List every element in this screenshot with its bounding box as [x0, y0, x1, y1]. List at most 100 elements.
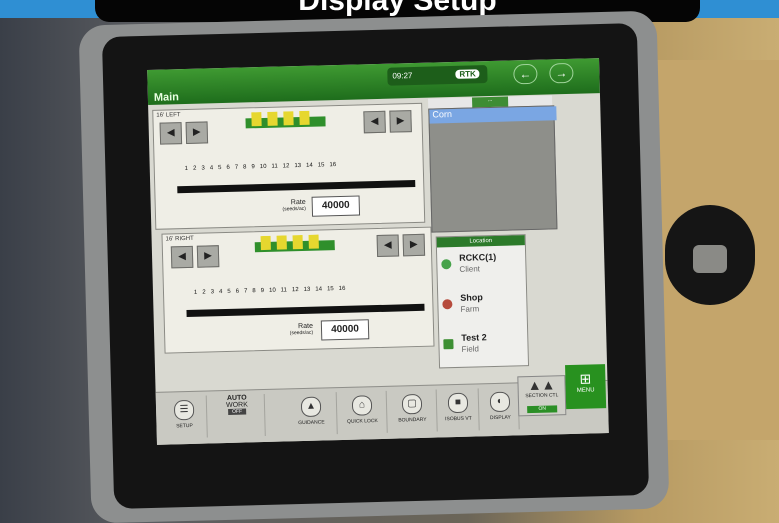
crop-label: Corn — [429, 106, 557, 124]
planter-icon — [254, 234, 335, 253]
iso-label: ISOBUS VT — [444, 415, 472, 423]
row-number: 1 — [184, 165, 189, 173]
row-number: 11 — [271, 163, 278, 170]
back-button[interactable]: ← — [513, 63, 538, 85]
panel-tag: 16' LEFT — [156, 112, 181, 119]
guidance-icon: ▲ — [300, 396, 322, 418]
iso-button[interactable]: ■ ISOBUS VT — [437, 388, 480, 432]
barn-icon — [442, 299, 453, 310]
forward-button[interactable]: → — [549, 62, 574, 84]
row-number: 9 — [251, 164, 255, 171]
left-arrow-button[interactable]: ◀ — [170, 245, 194, 269]
location-item-field[interactable]: Test 2 Field — [443, 331, 524, 361]
section-label: SECTION CTL — [525, 392, 559, 400]
row-number: 14 — [315, 286, 323, 293]
row-status-bar — [186, 303, 425, 318]
row-number: 10 — [269, 287, 276, 294]
row-number-list: 1 2 3 4 5 6 7 8 9 10 11 12 13 14 15 16 — [185, 162, 337, 178]
row-number: 8 — [252, 288, 256, 295]
left-arrow-button-right[interactable]: ◀ — [363, 110, 386, 134]
right-arrow-button-right[interactable]: ▶ — [389, 110, 412, 133]
row-number: 4 — [218, 289, 223, 296]
planter-panel-right: 16' RIGHT ◀ ▶ ◀ ▶ 1 2 3 4 5 6 7 8 9 10 1… — [161, 226, 435, 354]
page-title: Main — [153, 91, 180, 104]
row-number: 1 — [193, 289, 198, 296]
rate-unit-text: (seeds/ac) — [289, 329, 314, 337]
location-type: Farm — [460, 304, 480, 314]
row-number: 9 — [260, 287, 265, 295]
row-number: 16 — [329, 162, 337, 169]
iso-icon: ■ — [447, 392, 469, 414]
row-number: 6 — [235, 288, 240, 295]
left-arrow-button[interactable]: ◀ — [159, 122, 183, 145]
planter-panel-left: 16' LEFT ◀ ▶ ◀ ▶ 1 2 3 4 5 6 7 8 9 10 11… — [152, 102, 426, 230]
rate-unit-text: (seeds/ac) — [282, 205, 306, 213]
row-status-bar — [177, 180, 416, 194]
row-number: 14 — [306, 162, 313, 169]
row-number: 6 — [226, 164, 230, 171]
row-number: 11 — [280, 287, 288, 294]
location-item-farm[interactable]: Shop Farm — [442, 291, 523, 321]
right-arrow-button[interactable]: ▶ — [185, 121, 209, 144]
mount-bolt — [693, 245, 727, 273]
display-screen: Main 09:27 RTK ← → 16' LEFT ◀ ▶ ◀ ▶ 1 2 … — [147, 58, 609, 445]
pin-icon — [441, 259, 452, 270]
planter-icon — [245, 110, 326, 129]
row-number-list: 1 2 3 4 5 6 7 8 9 10 11 12 13 14 15 16 — [194, 286, 346, 302]
section-state: ON — [527, 405, 558, 414]
auto-work-button[interactable]: AUTO WORK OFF — [209, 394, 266, 438]
location-name: Shop — [460, 292, 483, 303]
list-icon: ☰ — [173, 399, 195, 421]
setup-label: SETUP — [176, 422, 193, 430]
rate-label: Rate (seeds/ac) — [266, 199, 306, 213]
row-number: 8 — [243, 164, 247, 171]
quick-lock-button[interactable]: ⌂ QUICK LOCK — [337, 390, 388, 435]
row-number: 5 — [227, 288, 231, 295]
row-number: 12 — [282, 163, 290, 170]
row-number: 7 — [243, 288, 248, 295]
row-number: 10 — [259, 163, 267, 171]
display-button[interactable]: ◐ DISPLAY — [481, 387, 520, 431]
menu-label: MENU — [576, 387, 595, 394]
row-number: 13 — [303, 286, 311, 293]
row-number: 3 — [210, 289, 215, 296]
row-number: 2 — [202, 289, 206, 296]
location-name: RCKC(1) — [459, 251, 497, 263]
boundary-button[interactable]: ▢ BOUNDARY — [387, 389, 438, 433]
guidance-button[interactable]: ▲ GUIDANCE — [285, 392, 338, 436]
lock-icon: ⌂ — [351, 395, 373, 416]
location-header: Location — [436, 235, 525, 248]
clock: 09:27 — [392, 71, 413, 81]
left-arrow-button-right[interactable]: ◀ — [376, 234, 400, 258]
row-number: 7 — [234, 164, 239, 171]
rate-input[interactable]: 40000 — [311, 195, 361, 217]
setup-button[interactable]: ☰ SETUP — [161, 395, 208, 439]
rate-input[interactable]: 40000 — [320, 319, 370, 341]
grid-icon: ⊞ — [579, 370, 592, 387]
boundary-icon: ▢ — [401, 393, 423, 415]
right-arrow-button-right[interactable]: ▶ — [402, 233, 426, 257]
row-number: 16 — [338, 285, 346, 293]
work-state: OFF — [228, 408, 247, 415]
location-type: Field — [461, 344, 480, 354]
right-arrow-button[interactable]: ▶ — [196, 245, 220, 268]
menu-button[interactable]: ⊞ MENU — [565, 364, 607, 410]
location-panel: Location RCKC(1) Client Shop Farm Test 2… — [435, 234, 530, 369]
section-control-button[interactable]: ▲▲ SECTION CTL ON — [517, 375, 567, 417]
location-type: Client — [459, 264, 481, 274]
field-icon — [443, 339, 454, 350]
rtk-badge: RTK — [455, 69, 480, 79]
rate-label: Rate (seeds/ac) — [273, 323, 313, 337]
row-number: 5 — [218, 165, 222, 172]
row-number: 13 — [294, 162, 302, 170]
map-view[interactable]: Corn — [428, 105, 558, 233]
display-label: DISPLAY — [489, 414, 511, 422]
location-item-client[interactable]: RCKC(1) Client — [441, 251, 522, 281]
row-number: 15 — [326, 286, 334, 293]
row-number: 12 — [291, 287, 299, 294]
row-number: 15 — [317, 162, 325, 169]
status-cluster: 09:27 RTK — [387, 65, 488, 86]
panel-tag: 16' RIGHT — [165, 235, 194, 243]
guidance-label: GUIDANCE — [298, 419, 325, 427]
location-name: Test 2 — [461, 332, 487, 343]
